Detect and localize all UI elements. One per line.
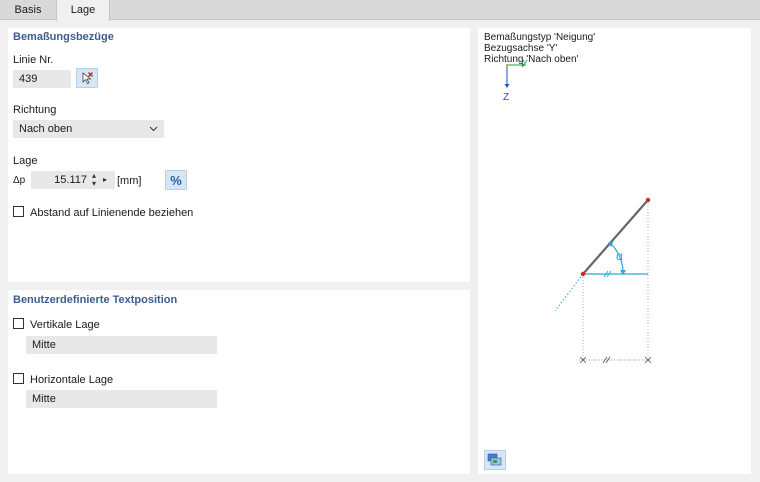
end-point	[645, 197, 651, 203]
axis-y-label: Y	[522, 58, 529, 68]
cursor-pick-icon	[82, 72, 93, 85]
end-distance-checkbox[interactable]	[13, 206, 24, 217]
preview-settings-button[interactable]	[484, 450, 506, 470]
direction-select-value: Nach oben	[19, 123, 73, 135]
horizontal-position-select[interactable]: Mitte	[26, 390, 217, 408]
axis-z-label: Z	[503, 92, 510, 103]
position-unit: [mm]	[117, 175, 142, 187]
section-title-text-position: Benutzerdefinierte Textposition	[13, 294, 178, 306]
preview-panel: Bemaßungstyp 'Neigung' Bezugsachse 'Y' R…	[478, 28, 751, 474]
position-arrow-right-icon[interactable]: ▸	[103, 176, 107, 184]
tab-basis[interactable]: Basis	[0, 0, 56, 20]
tab-bar: Basis Lage	[0, 0, 760, 21]
horizontal-position-label: Horizontale Lage	[30, 374, 114, 386]
position-label: Lage	[13, 155, 38, 167]
line-number-input[interactable]: 439	[13, 70, 71, 88]
start-point	[580, 271, 586, 277]
percent-icon: %	[170, 172, 182, 188]
dimension-references-panel: Bemaßungsbezüge Linie Nr. 439 Richtung N…	[8, 28, 470, 282]
tab-lage[interactable]: Lage	[56, 0, 110, 21]
direction-label: Richtung	[13, 104, 57, 116]
dimension-preview-diagram	[504, 62, 652, 364]
angle-alpha-label: α	[616, 249, 623, 263]
direction-select[interactable]: Nach oben	[13, 120, 164, 138]
position-spinner-down[interactable]: ▾	[92, 180, 96, 188]
section-title-references: Bemaßungsbezüge	[13, 31, 114, 43]
line-number-label: Linie Nr.	[13, 54, 54, 66]
vertical-position-label: Vertikale Lage	[30, 319, 100, 331]
end-distance-label: Abstand auf Linienende beziehen	[30, 207, 194, 219]
vertical-position-checkbox[interactable]	[13, 318, 24, 329]
horizontal-position-checkbox[interactable]	[13, 373, 24, 384]
text-position-panel: Benutzerdefinierte Textposition Vertikal…	[8, 290, 470, 474]
position-value: 15.117	[54, 174, 87, 186]
pick-line-button[interactable]	[76, 68, 98, 88]
delta-p-symbol: Δp	[13, 175, 26, 186]
display-settings-icon	[487, 453, 502, 466]
chevron-down-icon	[149, 120, 158, 144]
vertical-position-select[interactable]: Mitte	[26, 336, 217, 354]
percent-toggle-button[interactable]: %	[165, 170, 187, 190]
